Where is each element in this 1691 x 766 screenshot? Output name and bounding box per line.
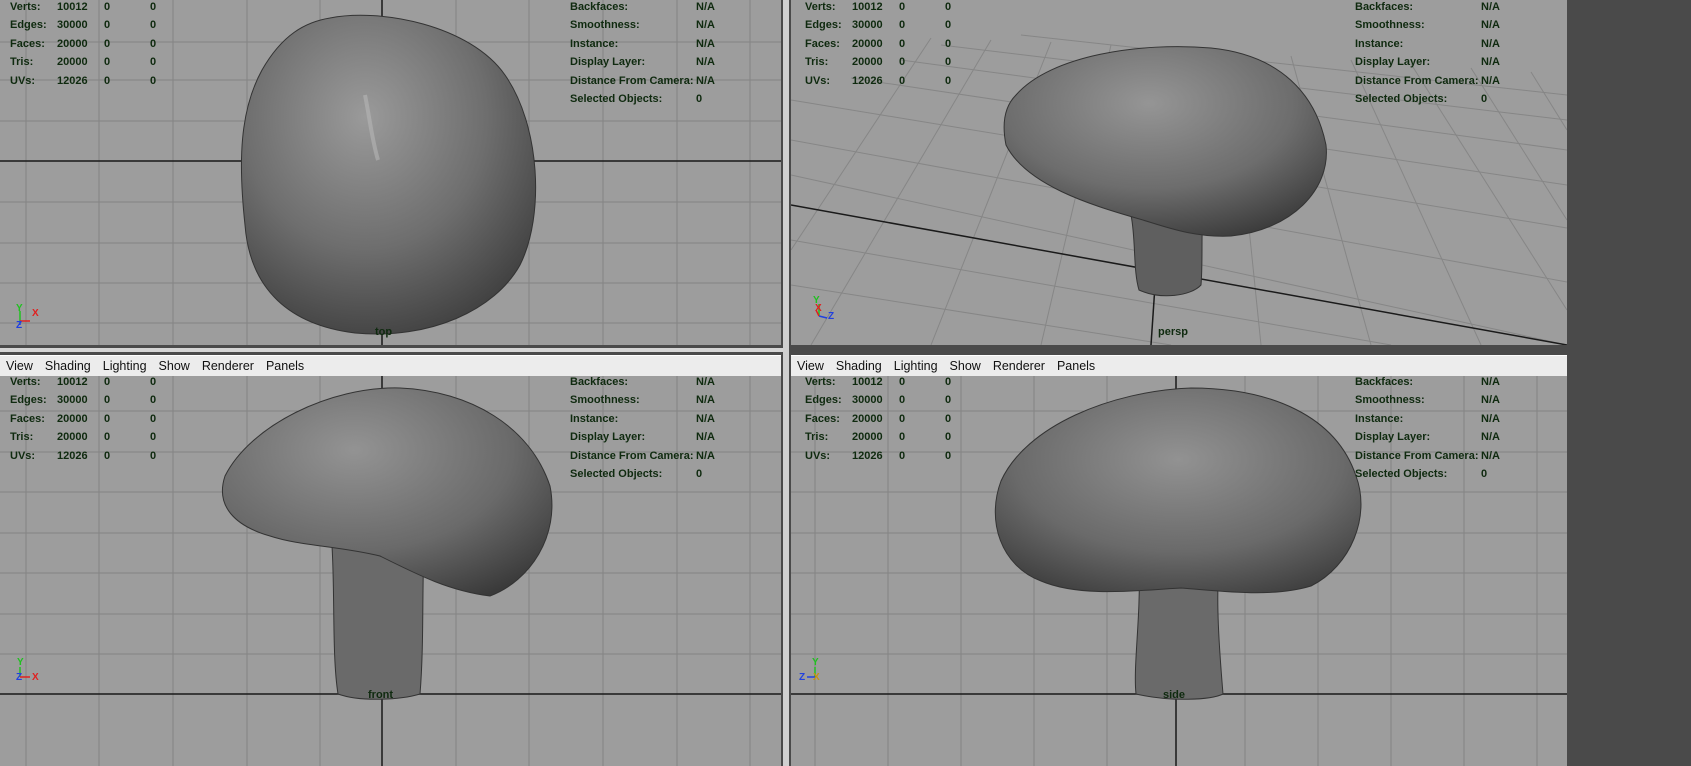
- viewport-top[interactable]: Verts: 10012 0 0 Edges: 30000 0 0 Faces: 20000 0…: [0, 0, 781, 345]
- axis-y-label: Y: [812, 657, 819, 668]
- menu-view[interactable]: View: [791, 356, 830, 375]
- menu-renderer[interactable]: Renderer: [196, 356, 260, 375]
- panel-menu-bar: View Shading Lighting Show Renderer Panels: [791, 355, 1567, 377]
- axis-x-label: X: [813, 672, 820, 683]
- axis-z-label: Z: [799, 672, 806, 683]
- mushroom-cap-persp: [1003, 46, 1327, 237]
- axis-gizmo: Y X Z: [14, 303, 44, 336]
- axis-y-label: Y: [17, 657, 24, 668]
- menu-lighting[interactable]: Lighting: [97, 356, 153, 375]
- axis-gizmo: Y Z X: [14, 657, 44, 689]
- menu-panels[interactable]: Panels: [260, 356, 310, 375]
- menu-lighting[interactable]: Lighting: [888, 356, 944, 375]
- pane-splitter-vertical[interactable]: [783, 0, 789, 766]
- camera-label: top: [375, 326, 393, 338]
- axis-z-label: Z: [16, 672, 23, 683]
- axis-gizmo: Y X Z: [811, 295, 841, 328]
- menu-show[interactable]: Show: [153, 356, 196, 375]
- viewport-persp-scene: [791, 34, 1567, 345]
- viewport-persp[interactable]: Verts: 10012 0 0 Edges: 30000 0 0 Faces: 20000 0…: [791, 0, 1567, 345]
- axis-z-label: Z: [16, 320, 23, 331]
- viewport-side-scene: [791, 376, 1567, 766]
- menu-panels[interactable]: Panels: [1051, 356, 1101, 375]
- axis-gizmo: Y Z X: [799, 657, 829, 689]
- axis-x-label: X: [815, 303, 822, 314]
- viewport-front-scene: [0, 376, 781, 766]
- menu-show[interactable]: Show: [944, 356, 987, 375]
- mushroom-cap-side: [994, 387, 1362, 594]
- menu-shading[interactable]: Shading: [830, 356, 888, 375]
- axis-z-label: Z: [828, 311, 835, 322]
- menu-shading[interactable]: Shading: [39, 356, 97, 375]
- viewport-front[interactable]: Verts: 10012 0 0 Edges: 30000 0 0 Faces: 20000 0…: [0, 376, 781, 766]
- camera-label: side: [1163, 689, 1186, 701]
- menu-view[interactable]: View: [0, 356, 39, 375]
- viewport-side[interactable]: Verts: 10012 0 0 Edges: 30000 0 0 Faces: 20000 0…: [791, 376, 1567, 766]
- panel-menu-bar: View Shading Lighting Show Renderer Panels: [0, 355, 781, 377]
- mushroom-mesh-top: [240, 14, 537, 335]
- axis-y-label: Y: [16, 303, 23, 314]
- menu-renderer[interactable]: Renderer: [987, 356, 1051, 375]
- viewport-top-scene: [0, 0, 781, 345]
- axis-x-label: X: [32, 672, 39, 683]
- camera-label: front: [368, 689, 394, 701]
- camera-label: persp: [1158, 326, 1188, 338]
- pane-separator[interactable]: [0, 348, 783, 352]
- axis-x-label: X: [32, 308, 39, 319]
